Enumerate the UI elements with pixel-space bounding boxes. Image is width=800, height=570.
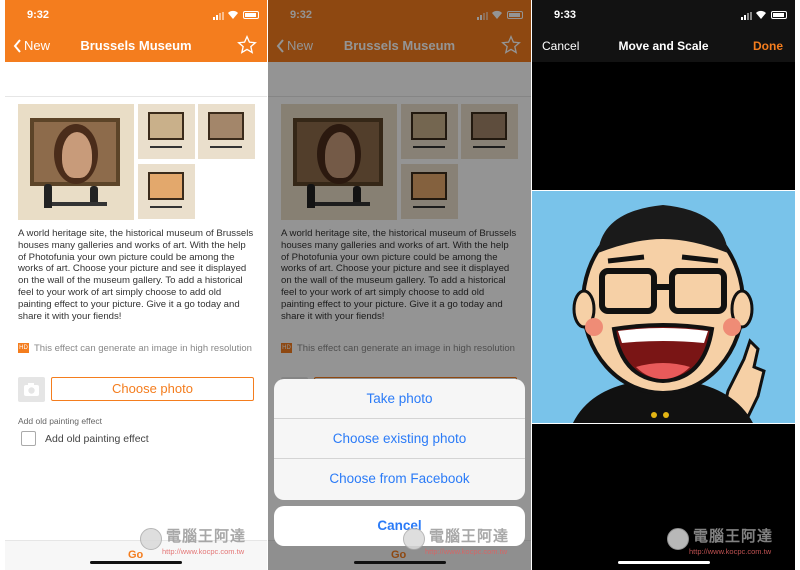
panel-effect-detail: 9:32 New Brussels Museum A world heritag… xyxy=(5,0,267,570)
watermark-title: 電腦王阿達 xyxy=(429,527,510,545)
old-painting-label[interactable]: Add old painting effect xyxy=(45,433,149,445)
done-button[interactable]: Done xyxy=(753,39,783,53)
watermark: 電腦王阿達 http://www.kocpc.com.tw xyxy=(403,523,531,561)
example-image-main[interactable] xyxy=(18,104,134,220)
action-sheet: Take photo Choose existing photo Choose … xyxy=(274,379,525,500)
nav-bar: 9:32 New Brussels Museum xyxy=(5,0,267,62)
star-icon[interactable] xyxy=(237,35,257,55)
watermark-logo-icon xyxy=(667,528,689,550)
watermark-logo-icon xyxy=(403,528,425,550)
example-image-3[interactable] xyxy=(198,104,255,159)
wifi-icon xyxy=(756,10,766,19)
choose-existing-photo-option[interactable]: Choose existing photo xyxy=(274,419,525,459)
watermark-title: 電腦王阿達 xyxy=(166,527,247,545)
panel-move-and-scale: 9:33 Cancel Move and Scale Done 電腦王阿達 ht… xyxy=(532,0,795,570)
example-image-4[interactable] xyxy=(138,164,195,219)
option-title: Add old painting effect xyxy=(18,416,102,426)
crop-area[interactable] xyxy=(532,190,795,424)
watermark-title: 電腦王阿達 xyxy=(693,527,774,545)
panel-action-sheet: 9:32 New Brussels Museum A world heritag… xyxy=(268,0,531,570)
cartoon-avatar-image xyxy=(532,191,795,423)
hd-badge-icon: HD xyxy=(18,343,29,353)
watermark: 電腦王阿達 http://www.kocpc.com.tw xyxy=(667,523,795,561)
effect-description: A world heritage site, the historical mu… xyxy=(18,228,254,322)
watermark-url: http://www.kocpc.com.tw xyxy=(162,547,245,556)
watermark: 電腦王阿達 http://www.kocpc.com.tw xyxy=(140,523,267,561)
example-image-2[interactable] xyxy=(138,104,195,159)
hd-note-text: This effect can generate an image in hig… xyxy=(34,343,252,354)
choose-from-facebook-option[interactable]: Choose from Facebook xyxy=(274,459,525,499)
status-time: 9:32 xyxy=(27,9,50,21)
page-title: Brussels Museum xyxy=(80,38,192,53)
hd-note: HD This effect can generate an image in h… xyxy=(18,343,256,355)
battery-icon xyxy=(771,11,787,19)
camera-button[interactable] xyxy=(18,377,45,402)
home-indicator[interactable] xyxy=(353,561,446,564)
toolbar-strip xyxy=(5,62,267,97)
home-indicator[interactable] xyxy=(617,561,710,564)
watermark-logo-icon xyxy=(140,528,162,550)
take-photo-option[interactable]: Take photo xyxy=(274,379,525,419)
home-indicator[interactable] xyxy=(90,561,182,564)
nav-bar: 9:33 Cancel Move and Scale Done xyxy=(532,0,795,62)
watermark-url: http://www.kocpc.com.tw xyxy=(689,547,772,556)
choose-photo-button[interactable]: Choose photo xyxy=(51,377,254,401)
status-time: 9:33 xyxy=(554,9,577,21)
battery-icon xyxy=(243,11,259,19)
signal-icon xyxy=(741,12,753,20)
old-painting-checkbox[interactable] xyxy=(21,431,36,446)
signal-icon xyxy=(213,12,225,20)
watermark-url: http://www.kocpc.com.tw xyxy=(425,547,508,556)
camera-icon xyxy=(24,383,39,396)
wifi-icon xyxy=(228,10,238,19)
